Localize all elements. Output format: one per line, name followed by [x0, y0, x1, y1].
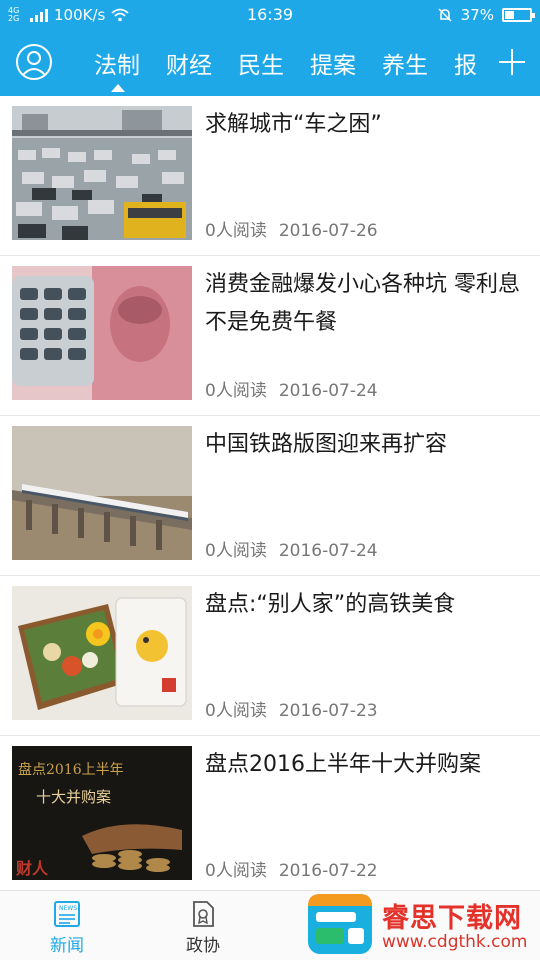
- publish-date: 2016-07-24: [278, 541, 378, 561]
- bottom-nav-label: 政协: [186, 936, 220, 956]
- traffic-jam-photo: [12, 106, 192, 240]
- article-meta: 0人阅读 2016-07-23: [205, 696, 378, 721]
- bottom-nav-label: 新闻: [50, 936, 84, 956]
- image-logo: 财人: [15, 859, 49, 878]
- watermark-url: www.cdgthk.com: [382, 932, 528, 952]
- article-title: 消费金融爆发小心各种坑 零利息不是免费午餐: [205, 272, 520, 335]
- document-badge-icon: [193, 901, 214, 927]
- list-item[interactable]: 中国铁路版图迎来再扩容 0人阅读 2016-07-24: [0, 416, 540, 576]
- list-item[interactable]: 盘点2016上半年 十大并购案 财人 盘点2016上半年十大并购案 0人阅读 20…: [0, 736, 540, 896]
- article-meta: 0人阅读 2016-07-24: [205, 376, 378, 401]
- watermark-logo-icon: [308, 894, 372, 954]
- image-caption-1: 盘点2016上半年: [18, 761, 124, 778]
- bento-box-photo: [12, 586, 192, 720]
- publish-date: 2016-07-23: [278, 701, 378, 721]
- list-item[interactable]: 盘点:“别人家”的高铁美食 0人阅读 2016-07-23: [0, 576, 540, 736]
- article-meta: 0人阅读 2016-07-26: [205, 216, 378, 241]
- article-title: 求解城市“车之困”: [205, 112, 382, 137]
- tab-caijing[interactable]: 财经: [166, 46, 212, 80]
- tab-minsheng[interactable]: 民生: [238, 46, 284, 80]
- active-tab-indicator: [111, 84, 125, 92]
- publish-date: 2016-07-26: [278, 221, 378, 241]
- top-nav: 法制 财经 民生 提案 养生 报: [0, 30, 540, 96]
- status-bar: 4G 2G 100K/s 16:39 37%: [0, 0, 540, 30]
- bottom-nav-zhengxie[interactable]: 政协: [158, 891, 248, 960]
- read-count: 0人阅读: [205, 381, 267, 401]
- article-meta: 0人阅读 2016-07-22: [205, 856, 378, 881]
- watermark: 睿思下载网 www.cdgthk.com: [300, 888, 540, 960]
- read-count: 0人阅读: [205, 541, 267, 561]
- article-title: 盘点2016上半年十大并购案: [205, 752, 481, 777]
- tab-fazhi[interactable]: 法制: [94, 46, 140, 80]
- user-icon: [21, 51, 47, 77]
- read-count: 0人阅读: [205, 701, 267, 721]
- tab-yangsheng[interactable]: 养生: [382, 46, 428, 80]
- add-category-button[interactable]: [494, 44, 530, 80]
- list-item[interactable]: 求解城市“车之困” 0人阅读 2016-07-26: [0, 96, 540, 256]
- bottom-nav-news[interactable]: NEWS 新闻: [22, 891, 112, 960]
- battery-icon: [502, 8, 535, 22]
- news-list: 求解城市“车之困” 0人阅读 2016-07-26 消费金融爆发小心各种坑 零利息…: [0, 96, 540, 896]
- article-title: 盘点:“别人家”的高铁美食: [205, 592, 456, 617]
- article-meta: 0人阅读 2016-07-24: [205, 536, 378, 561]
- svg-text:NEWS: NEWS: [59, 905, 77, 912]
- bell-muted-icon: [438, 8, 452, 22]
- publish-date: 2016-07-24: [278, 381, 378, 401]
- category-tabs: 法制 财经 民生 提案 养生 报: [82, 30, 480, 96]
- read-count: 0人阅读: [205, 861, 267, 881]
- avatar[interactable]: [16, 44, 52, 80]
- calculator-banknote-photo: [12, 266, 192, 400]
- newspaper-icon: NEWS: [54, 901, 80, 927]
- tab-tian[interactable]: 提案: [310, 46, 356, 80]
- article-title: 中国铁路版图迎来再扩容: [205, 432, 448, 457]
- watermark-text: 睿思下载网: [382, 903, 522, 934]
- image-caption-2: 十大并购案: [36, 788, 111, 806]
- publish-date: 2016-07-22: [278, 861, 378, 881]
- coins-hand-photo: 盘点2016上半年 十大并购案 财人: [12, 746, 192, 880]
- read-count: 0人阅读: [205, 221, 267, 241]
- list-item[interactable]: 消费金融爆发小心各种坑 零利息不是免费午餐 0人阅读 2016-07-24: [0, 256, 540, 416]
- high-speed-train-photo: [12, 426, 192, 560]
- tab-bao[interactable]: 报: [454, 46, 477, 80]
- battery-percent: 37%: [460, 6, 494, 24]
